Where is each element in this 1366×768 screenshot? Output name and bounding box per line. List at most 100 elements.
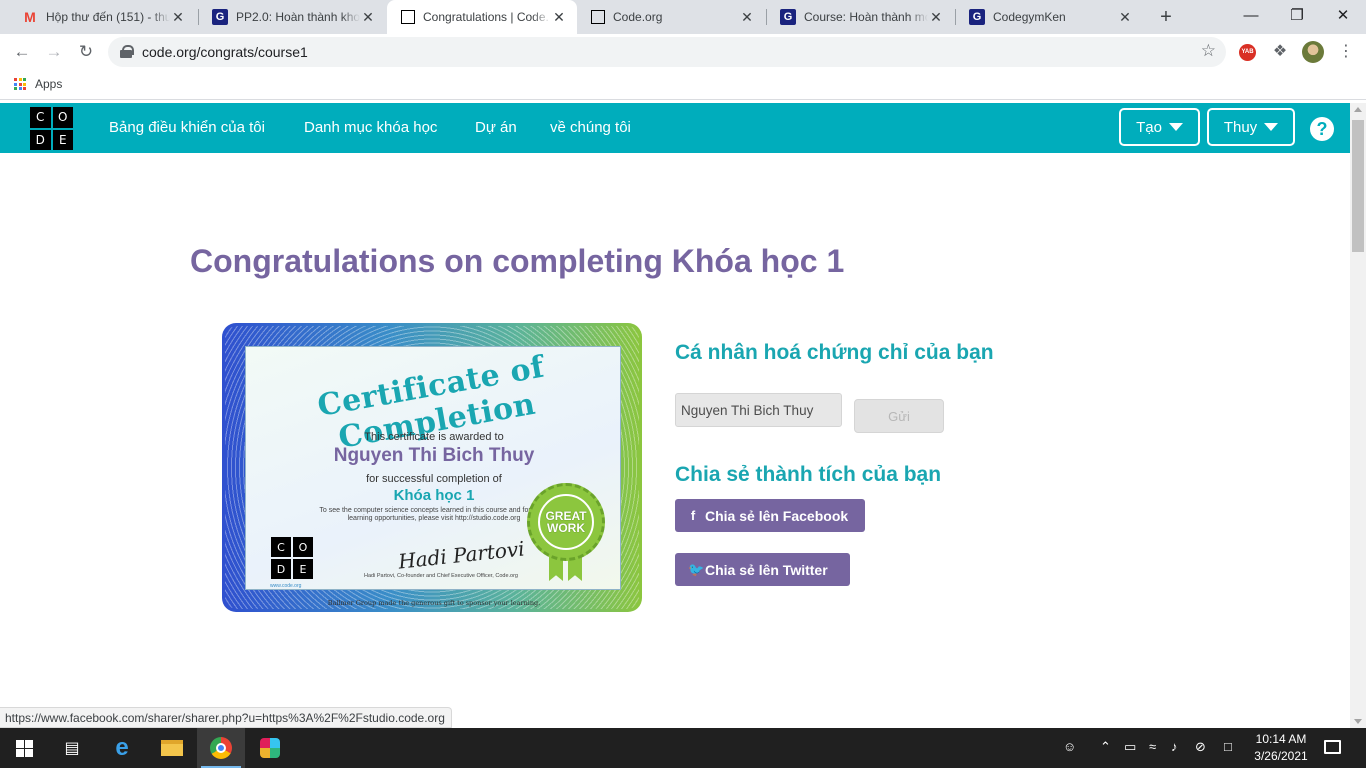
new-tab-button[interactable]: + [1155,6,1177,28]
task-view-icon[interactable]: ▤ [48,728,96,768]
great-work-badge: GREAT WORK [527,483,605,561]
input-language-icon[interactable]: □ [1224,739,1232,754]
bookmarks-bar: Apps [0,70,1366,100]
code-org-logo[interactable]: C O D E [30,107,73,150]
certificate-signer: Hadi Partovi, Co-founder and Chief Execu… [364,573,518,579]
user-menu-button[interactable]: Thuy [1207,108,1295,146]
logo-letter: O [293,537,313,557]
nav-projects[interactable]: Dự án [475,119,517,136]
share-twitter-button[interactable]: 🐦 Chia sẻ lên Twitter [675,553,850,586]
certificate-note: To see the computer science concepts lea… [319,507,549,522]
submit-button[interactable]: Gửi [854,399,944,433]
volume-icon[interactable]: ♪ [1171,739,1178,754]
link-status-preview: https://www.facebook.com/sharer/sharer.p… [0,707,452,728]
codegym-icon: G [780,9,796,25]
tab-code-org[interactable]: Code.org ✕ [577,0,765,34]
close-icon[interactable]: ✕ [739,9,755,25]
logo-letter: D [271,559,291,579]
chevron-up-icon[interactable]: ⌃ [1100,739,1111,755]
windows-start-button[interactable] [0,728,48,768]
scroll-down-arrow-icon[interactable] [1354,719,1362,724]
chevron-down-icon [1264,123,1279,131]
nav-about-us[interactable]: về chúng tôi [550,119,631,136]
certificate-body: Certificate of Completion This certifica… [245,346,621,607]
reload-icon[interactable]: ↻ [72,38,100,66]
page-scrollbar[interactable] [1350,103,1366,728]
tab-congratulations[interactable]: Congratulations | Code. ✕ [387,0,577,34]
tab-course[interactable]: G Course: Hoàn thành mc ✕ [766,0,954,34]
twitter-icon: 🐦 [688,561,705,577]
profile-avatar[interactable] [1302,41,1324,63]
tab-title: Congratulations | Code. [423,10,549,24]
share-heading: Chia sẻ thành tích của bạn [675,463,942,486]
close-icon[interactable]: ✕ [170,9,186,25]
taskbar-clock[interactable]: 10:14 AM 3/26/2021 [1253,731,1309,765]
help-icon[interactable]: ? [1310,117,1334,141]
file-explorer-icon[interactable] [148,728,196,768]
battery-icon[interactable]: ▭ [1124,739,1136,755]
tab-title: Course: Hoàn thành mc [804,10,928,24]
lock-icon [120,45,134,58]
facebook-icon: f [690,508,696,523]
logo-letter: C [30,107,51,128]
nav-dashboard[interactable]: Bảng điều khiển của tôi [109,119,265,136]
focus-assist-icon[interactable]: ⊘ [1195,739,1206,755]
close-icon[interactable]: ✕ [551,9,567,25]
address-bar[interactable]: code.org/congrats/course1 ☆ [108,37,1226,67]
tab-gmail[interactable]: M Hộp thư đến (151) - thu ✕ [8,0,196,34]
code-org-icon [401,10,415,24]
scrollbar-thumb[interactable] [1352,120,1364,252]
tab-title: Hộp thư đến (151) - thu [46,10,170,24]
logo-letter: C [271,537,291,557]
certificate-name-input[interactable] [675,393,842,427]
certificate-sponsor: Ballmer Group made the generous gift to … [327,599,541,607]
user-name: Thuy [1223,118,1258,136]
apps-bookmark[interactable]: Apps [14,77,62,91]
apps-label: Apps [35,77,63,91]
window-close-button[interactable]: ✕ [1320,0,1366,34]
certificate-code-logo: C O D E [271,537,313,579]
people-icon[interactable]: ☺ [1063,739,1076,754]
codegym-icon: G [969,9,985,25]
certificate-awarded-text: This certificate is awarded to [364,431,504,443]
nav-course-catalog[interactable]: Danh mục khóa học [304,119,437,136]
browser-menu-icon[interactable]: ⋮ [1336,42,1356,62]
share-twitter-label: Chia sẻ lên Twitter [705,561,828,578]
forward-arrow-icon[interactable]: → [40,38,68,66]
logo-letter: E [293,559,313,579]
chevron-down-icon [1168,123,1183,131]
extensions-puzzle-icon[interactable]: ❖ [1270,42,1290,62]
site-header: C O D E Bảng điều khiển của tôi Danh mục… [0,103,1350,153]
bookmark-star-icon[interactable]: ☆ [1201,41,1216,61]
certificate-signature: Hadi Partovi [397,536,526,574]
tab-title: Code.org [613,10,663,24]
close-icon[interactable]: ✕ [928,9,944,25]
notification-center-icon[interactable] [1324,740,1341,754]
yab-extension-icon[interactable]: YAB [1239,44,1256,61]
close-icon[interactable]: ✕ [360,9,376,25]
create-dropdown-button[interactable]: Tạo [1119,108,1200,146]
url-text[interactable]: code.org/congrats/course1 [142,44,308,60]
tab-pp2[interactable]: G PP2.0: Hoàn thành khoá ✕ [198,0,386,34]
close-icon[interactable]: ✕ [1117,9,1133,25]
clock-date: 3/26/2021 [1254,749,1308,763]
certificate-recipient-name: Nguyen Thi Bich Thuy [333,445,535,466]
tab-codegymken[interactable]: G CodegymKen ✕ [955,0,1143,34]
slack-icon[interactable] [246,728,294,768]
apps-grid-icon [14,78,26,90]
browser-tab-strip: M Hộp thư đến (151) - thu ✕ G PP2.0: Hoà… [0,0,1366,34]
clock-time: 10:14 AM [1255,732,1307,746]
wifi-icon[interactable]: ≈ [1149,739,1156,754]
personalize-heading: Cá nhân hoá chứng chỉ của bạn [675,341,994,364]
windows-taskbar: ▤ e ☺ ⌃ ▭ ≈ ♪ ⊘ □ 10:14 AM 3/26/2021 [0,728,1366,768]
scroll-up-arrow-icon[interactable] [1354,107,1362,112]
maximize-button[interactable]: ❐ [1274,0,1320,34]
logo-letter: D [30,129,51,150]
chrome-taskbar-icon[interactable] [197,728,245,768]
certificate-image: Certificate of Completion This certifica… [222,323,642,612]
badge-text: GREAT WORK [545,509,587,535]
back-arrow-icon[interactable]: ← [8,38,36,66]
share-facebook-button[interactable]: f Chia sẻ lên Facebook [675,499,865,532]
edge-browser-icon[interactable]: e [98,728,146,768]
minimize-button[interactable]: — [1228,0,1274,34]
